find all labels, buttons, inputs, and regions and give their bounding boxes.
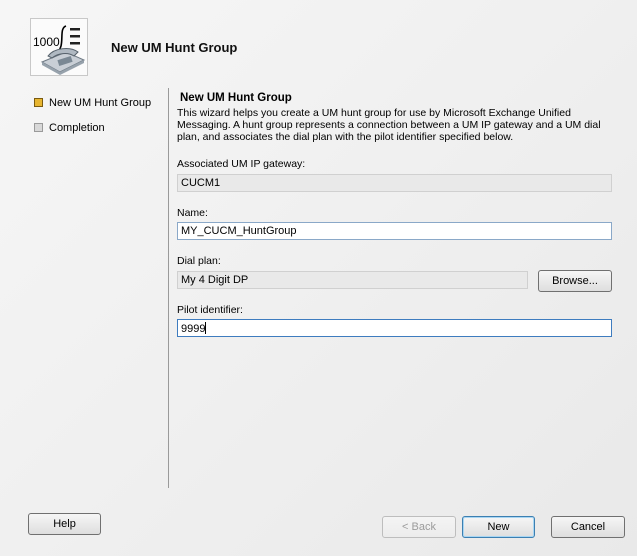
browse-button[interactable]: Browse...: [538, 270, 612, 292]
back-button[interactable]: < Back: [382, 516, 456, 538]
active-step-icon: [34, 98, 43, 107]
name-input[interactable]: MY_CUCM_HuntGroup: [177, 222, 612, 240]
section-title: New UM Hunt Group: [180, 92, 292, 104]
page-title: New UM Hunt Group: [111, 40, 238, 55]
gateway-field: CUCM1: [177, 174, 612, 192]
dial-plan-label: Dial plan:: [177, 255, 221, 267]
pilot-identifier-label: Pilot identifier:: [177, 304, 243, 316]
icon-number-label: 1000: [33, 35, 60, 49]
cancel-button[interactable]: Cancel: [551, 516, 625, 538]
name-label: Name:: [177, 207, 208, 219]
new-button[interactable]: New: [462, 516, 535, 538]
pilot-identifier-input[interactable]: 9999: [177, 319, 612, 337]
step-completion[interactable]: Completion: [32, 120, 151, 145]
wizard-header: 1000 New UM Hunt Group: [0, 0, 637, 80]
step-label: New UM Hunt Group: [49, 97, 152, 109]
pilot-identifier-value: 9999: [181, 323, 206, 335]
inactive-step-icon: [34, 123, 43, 132]
page-description: This wizard helps you create a UM hunt g…: [177, 107, 601, 143]
wizard-steps: New UM Hunt Group Completion: [32, 95, 151, 145]
step-new-um-hunt-group[interactable]: New UM Hunt Group: [32, 95, 151, 120]
gateway-label: Associated UM IP gateway:: [177, 158, 306, 170]
vertical-divider: [168, 88, 169, 488]
um-hunt-group-icon: 1000: [30, 18, 88, 76]
step-label: Completion: [49, 122, 105, 134]
text-caret: [205, 322, 207, 334]
dial-plan-field: My 4 Digit DP: [177, 271, 528, 289]
help-button[interactable]: Help: [28, 513, 101, 535]
